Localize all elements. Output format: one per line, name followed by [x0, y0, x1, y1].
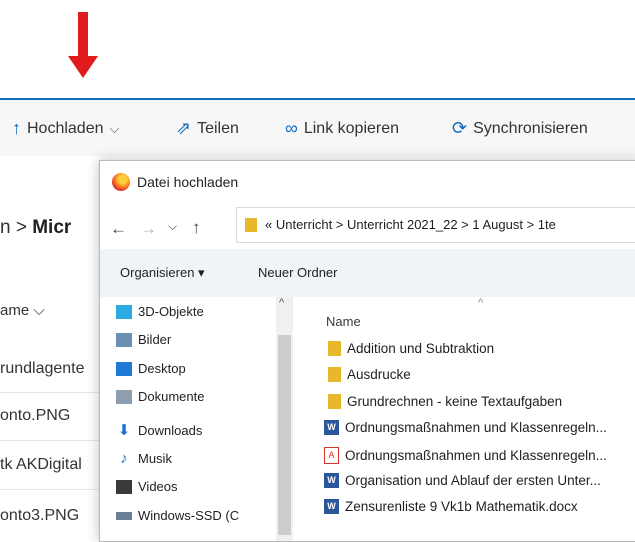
- nav-item-documents[interactable]: Dokumente: [116, 389, 204, 404]
- folder-icon: [328, 367, 341, 382]
- divider: [0, 489, 100, 490]
- link-icon: ∞: [285, 118, 298, 138]
- documents-icon: [116, 389, 132, 404]
- drive-icon: [116, 511, 132, 520]
- file-name: Grundrechnen - keine Textaufgaben: [347, 394, 563, 409]
- sync-label: Synchronisieren: [473, 119, 588, 137]
- organize-button[interactable]: Organisieren ▾: [120, 265, 205, 281]
- back-arrow-icon[interactable]: ←: [110, 219, 127, 239]
- nav-item-label: Downloads: [138, 422, 203, 438]
- folder-icon: [328, 394, 341, 409]
- list-item[interactable]: W Organisation und Ablauf der ersten Unt…: [324, 473, 601, 488]
- nav-item-label: Videos: [138, 479, 178, 494]
- list-item[interactable]: Ausdrucke: [328, 367, 411, 382]
- share-command[interactable]: ⇗ Teilen: [176, 118, 239, 139]
- word-document-icon: W: [324, 473, 339, 488]
- cube-icon: [116, 304, 132, 319]
- up-arrow-icon[interactable]: ↑: [192, 218, 201, 238]
- dialog-titlebar: Datei hochladen: [100, 161, 635, 199]
- file-upload-dialog: Datei hochladen ← → ⌵ ↑ « Unterricht > U…: [99, 160, 635, 542]
- list-item[interactable]: W Ordnungsmaßnahmen und Klassenregeln...: [324, 420, 607, 435]
- folder-icon: [328, 341, 341, 356]
- upload-icon: ↑: [12, 118, 21, 138]
- download-icon: ⬇: [117, 422, 131, 439]
- share-label: Teilen: [197, 119, 239, 137]
- pictures-icon: [116, 332, 132, 347]
- nav-item-windows-ssd[interactable]: Windows-SSD (C: [116, 508, 239, 523]
- sort-caret-icon: ^: [478, 297, 484, 309]
- chevron-down-icon: ⌵: [109, 120, 120, 136]
- arrow-head: [68, 56, 98, 78]
- nav-item-downloads[interactable]: ⬇ Downloads: [116, 421, 203, 439]
- forward-arrow-icon[interactable]: →: [140, 219, 157, 239]
- pdf-document-icon: A: [324, 447, 339, 464]
- nav-item-label: 3D-Objekte: [138, 304, 204, 319]
- file-name: Organisation und Ablauf der ersten Unter…: [345, 473, 601, 488]
- file-name: Zensurenliste 9 Vk1b Mathematik.docx: [345, 499, 578, 514]
- dialog-toolbar: Organisieren ▾ Neuer Ordner: [100, 249, 635, 297]
- recent-locations-chevron-icon[interactable]: ⌵: [168, 219, 177, 234]
- file-name: Ausdrucke: [347, 367, 411, 382]
- nav-item-music[interactable]: ♪ Musik: [116, 450, 172, 467]
- music-icon: ♪: [120, 450, 128, 467]
- share-icon: ⇗: [176, 118, 192, 138]
- word-document-icon: W: [324, 499, 339, 514]
- word-document-icon: W: [324, 420, 339, 435]
- list-item[interactable]: tk AKDigital: [0, 456, 82, 474]
- nav-scrollbar[interactable]: ^: [276, 297, 293, 541]
- list-item[interactable]: onto.PNG: [0, 407, 70, 425]
- name-column-header[interactable]: ame ⌵: [0, 302, 45, 319]
- new-folder-button[interactable]: Neuer Ordner: [258, 265, 337, 280]
- nav-item-label: Dokumente: [138, 389, 205, 404]
- breadcrumb-prefix[interactable]: n >: [0, 217, 32, 238]
- scrollbar-thumb[interactable]: [278, 335, 291, 535]
- scroll-up-icon[interactable]: ^: [279, 297, 284, 309]
- file-name: Addition und Subtraktion: [347, 341, 495, 356]
- file-list: ^ Name Addition und Subtraktion Ausdruck…: [294, 297, 635, 541]
- list-item[interactable]: onto3.PNG: [0, 507, 79, 525]
- folder-icon: [245, 218, 257, 232]
- nav-item-pictures[interactable]: Bilder: [116, 332, 171, 347]
- upload-command[interactable]: ↑ Hochladen ⌵: [12, 118, 119, 139]
- list-item[interactable]: Addition und Subtraktion: [328, 341, 494, 356]
- list-item[interactable]: W Zensurenliste 9 Vk1b Mathematik.docx: [324, 499, 578, 514]
- file-name: Ordnungsmaßnahmen und Klassenregeln...: [345, 448, 607, 463]
- address-path: « Unterricht > Unterricht 2021_22 > 1 Au…: [265, 217, 556, 232]
- nav-item-label: Windows-SSD (C: [138, 508, 240, 523]
- sync-icon: ⟳: [452, 118, 468, 138]
- dialog-title: Datei hochladen: [137, 174, 239, 190]
- nav-item-label: Desktop: [138, 361, 186, 376]
- name-column-header[interactable]: Name: [326, 314, 361, 329]
- copy-link-command[interactable]: ∞ Link kopieren: [285, 118, 399, 139]
- divider: [0, 392, 100, 393]
- nav-item-label: Bilder: [138, 332, 172, 347]
- sync-command[interactable]: ⟳ Synchronisieren: [452, 118, 588, 139]
- nav-item-label: Musik: [138, 451, 172, 466]
- desktop-icon: [116, 361, 132, 376]
- navigation-pane: 3D-Objekte Bilder Desktop Dokumente ⬇ Do…: [100, 297, 275, 541]
- address-bar[interactable]: « Unterricht > Unterricht 2021_22 > 1 Au…: [236, 207, 635, 243]
- breadcrumb-current: Micr: [32, 217, 72, 238]
- copy-link-label: Link kopieren: [303, 119, 400, 137]
- divider: [0, 440, 100, 441]
- nav-item-3d-objects[interactable]: 3D-Objekte: [116, 304, 204, 319]
- videos-icon: [116, 479, 132, 494]
- list-item[interactable]: Grundrechnen - keine Textaufgaben: [328, 394, 562, 409]
- upload-label: Hochladen: [27, 119, 104, 137]
- breadcrumb: n > Micr: [0, 217, 71, 239]
- nav-item-videos[interactable]: Videos: [116, 479, 178, 494]
- file-name: Ordnungsmaßnahmen und Klassenregeln...: [345, 420, 607, 435]
- list-item[interactable]: A Ordnungsmaßnahmen und Klassenregeln...: [324, 447, 607, 464]
- nav-item-desktop[interactable]: Desktop: [116, 361, 186, 376]
- red-arrow-annotation: [64, 0, 104, 80]
- firefox-icon: [112, 173, 130, 191]
- list-item[interactable]: rundlagente: [0, 360, 85, 378]
- arrow-shaft: [78, 12, 88, 58]
